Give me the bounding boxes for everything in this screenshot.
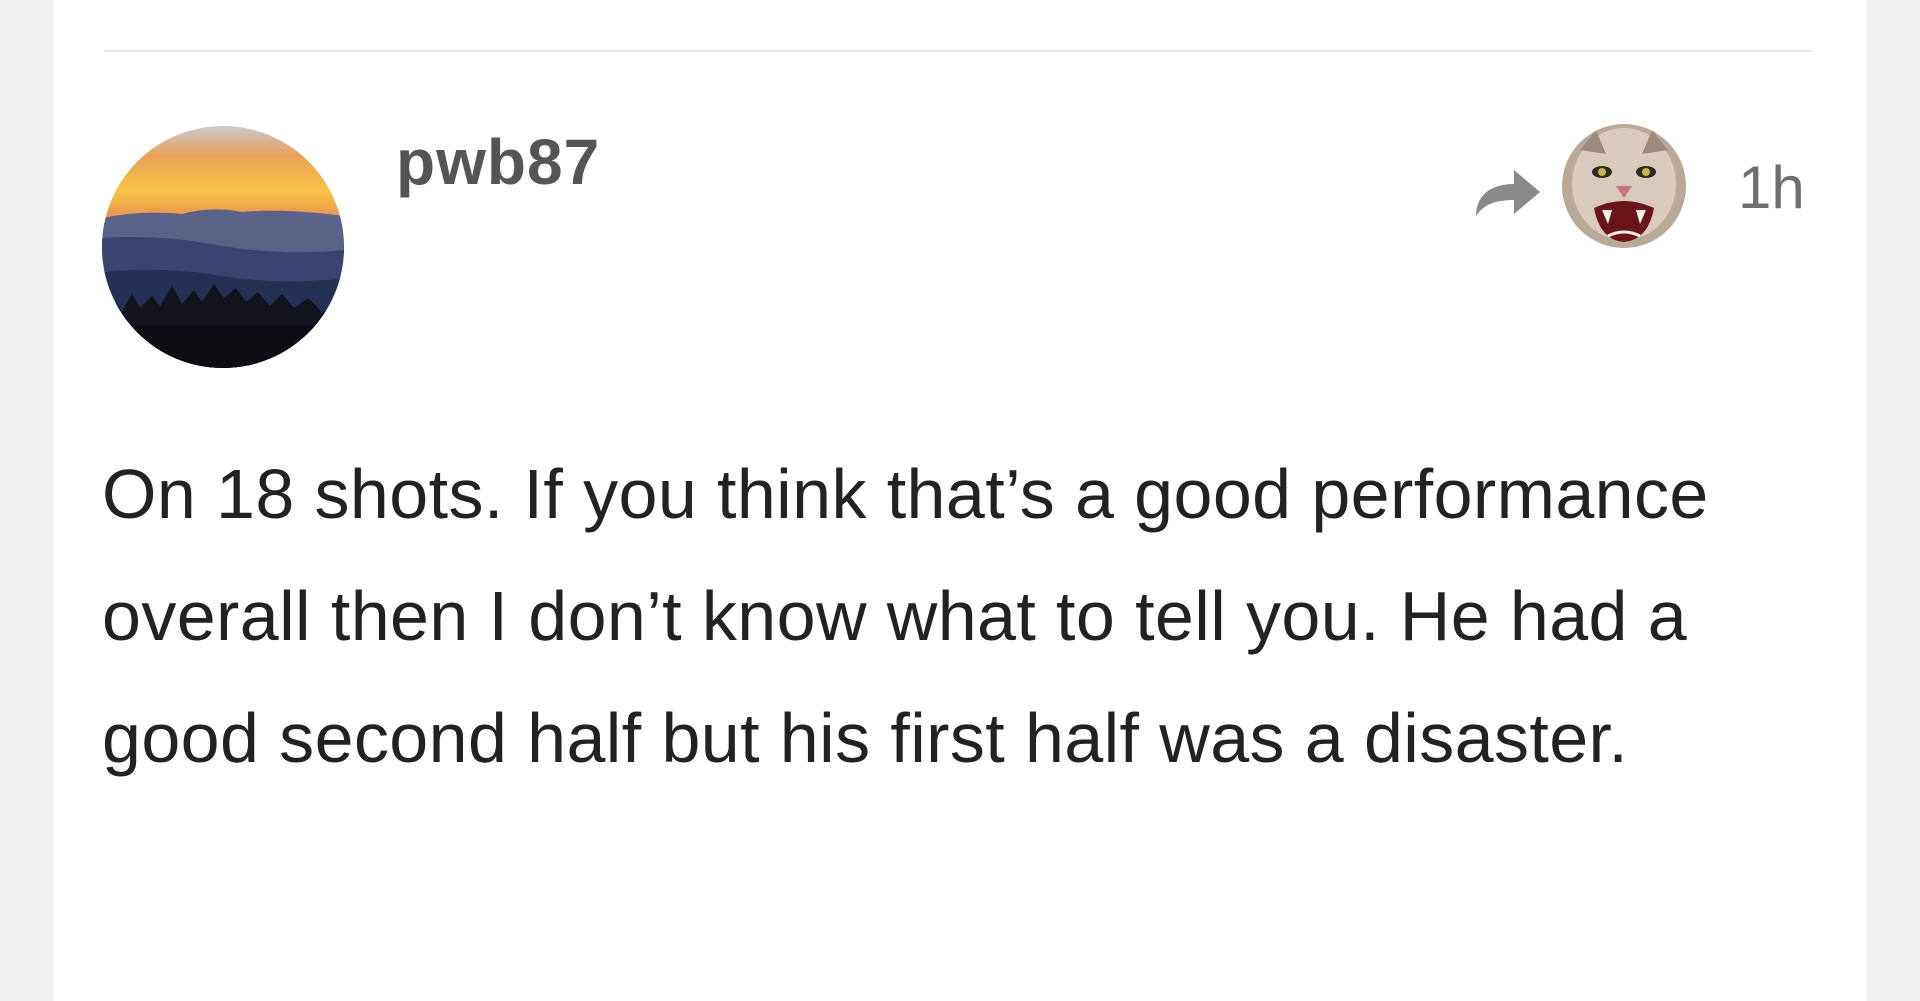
divider xyxy=(104,50,1812,52)
page: pwb87 1h On 18 shots. If you think that’… xyxy=(0,0,1920,1001)
sunset-mountains-image xyxy=(102,126,344,368)
reply-arrow-icon[interactable] xyxy=(1470,162,1548,222)
timestamp: 1h xyxy=(1738,154,1805,221)
author-avatar[interactable] xyxy=(102,126,344,368)
cougar-avatar[interactable] xyxy=(1562,124,1686,248)
username[interactable]: pwb87 xyxy=(396,130,600,194)
comment-body: On 18 shots. If you think that’s a good … xyxy=(102,455,1709,777)
